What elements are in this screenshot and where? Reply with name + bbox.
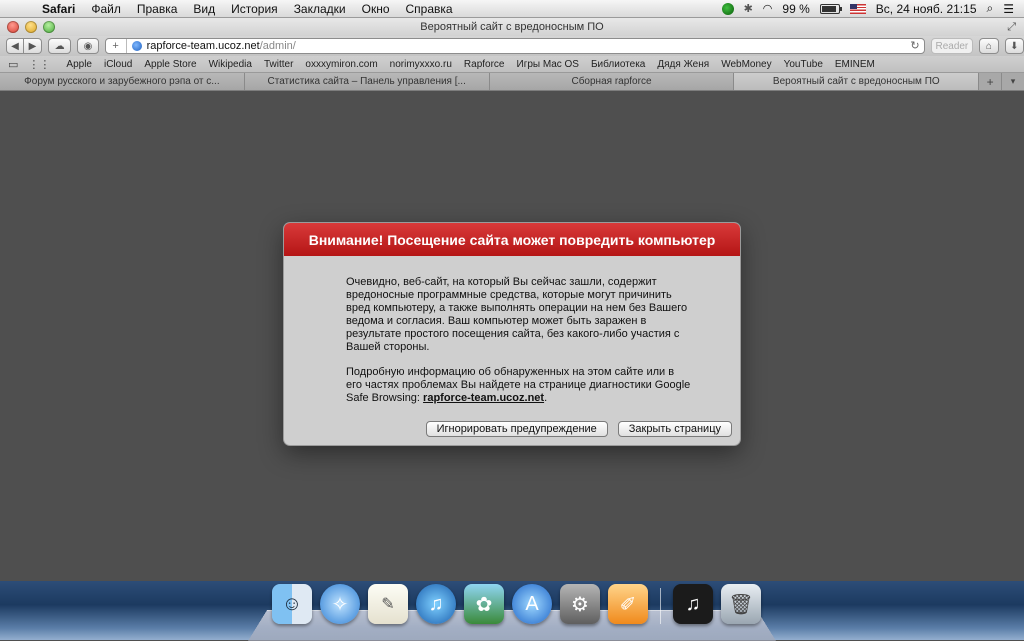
forward-arrow-icon: ▶ — [28, 40, 37, 52]
reload-icon[interactable]: ↻ — [910, 39, 919, 53]
menu-bookmarks[interactable]: Закладки — [286, 2, 354, 16]
warning-paragraph: Очевидно, веб-сайт, на который Вы сейчас… — [346, 276, 688, 353]
bookmark-item[interactable]: Apple — [60, 59, 98, 70]
tab-malware-warning[interactable]: Вероятный сайт с вредоносным ПО — [734, 73, 980, 90]
dialog-buttons: Игнорировать предупреждение Закрыть стра… — [425, 421, 732, 437]
share-icon: ◉ — [83, 40, 93, 52]
battery-percent[interactable]: 99 % — [782, 2, 809, 16]
window-titlebar: Вероятный сайт с вредоносным ПО ⤢ — [0, 18, 1024, 36]
music-file-icon[interactable]: ♫ — [673, 584, 713, 624]
pages-icon[interactable]: ✐ — [608, 584, 648, 624]
home-icon: ⌂ — [985, 40, 992, 52]
bookmark-item[interactable]: iCloud — [98, 59, 138, 70]
minimize-window-button[interactable] — [25, 21, 37, 33]
input-language-flag-icon[interactable] — [849, 3, 866, 14]
dialog-body: Очевидно, веб-сайт, на который Вы сейчас… — [284, 256, 740, 405]
fullscreen-icon[interactable]: ⤢ — [1007, 21, 1016, 34]
close-window-button[interactable] — [7, 21, 19, 33]
menu-edit[interactable]: Правка — [129, 2, 186, 16]
bookmark-item[interactable]: Библиотека — [585, 59, 651, 70]
textedit-icon[interactable]: ✎ — [368, 584, 408, 624]
globe-icon — [131, 41, 142, 51]
downloads-button[interactable]: ⬇ — [1004, 38, 1024, 54]
forward-button[interactable]: ▶ — [24, 38, 42, 54]
finder-icon[interactable]: ☺ — [272, 584, 312, 624]
app-store-icon[interactable]: A — [512, 584, 552, 624]
status-app-icon[interactable] — [721, 2, 734, 15]
tab-site-statistics[interactable]: Статистика сайта – Панель управления [..… — [244, 73, 490, 90]
page-content: Внимание! Посещение сайта может повредит… — [0, 91, 1024, 581]
bookmarks-bar: ▭ ⋮⋮ Apple iCloud Apple Store Wikipedia … — [0, 56, 1024, 73]
bookmark-item[interactable]: Rapforce — [458, 59, 511, 70]
icloud-tabs-button[interactable]: ☁ — [48, 38, 72, 54]
tab-bar: Форум русского и зарубежного рэпа от с..… — [0, 73, 1024, 91]
menu-history[interactable]: История — [223, 2, 286, 16]
trash-icon[interactable]: 🗑 — [721, 584, 761, 624]
bookmark-item[interactable]: Игры Mac OS — [511, 59, 585, 70]
tab-overflow-button[interactable]: ▾ — [1002, 73, 1024, 90]
dock: ☺ ✧ ✎ ♫ ✿ A ⚙ ✐ ♫ 🗑 — [272, 584, 761, 624]
wifi-icon[interactable]: ◠ — [763, 2, 773, 15]
tab-rap-forum[interactable]: Форум русского и зарубежного рэпа от с..… — [0, 73, 245, 90]
bookmark-item[interactable]: Дядя Женя — [651, 59, 715, 70]
back-arrow-icon: ◀ — [11, 40, 19, 52]
battery-fill — [821, 5, 836, 12]
window-title: Вероятный сайт с вредоносным ПО — [420, 21, 604, 33]
bookmark-item[interactable]: EMINEM — [829, 59, 881, 70]
window-controls — [7, 21, 55, 33]
reading-list-icon[interactable]: ▭ — [8, 58, 18, 71]
menu-window[interactable]: Окно — [354, 2, 398, 16]
dialog-title: Внимание! Посещение сайта может повредит… — [284, 223, 740, 256]
close-page-button[interactable]: Закрыть страницу — [617, 421, 732, 437]
browser-toolbar: ◀ ▶ ☁ ◉ + rapforce-team.ucoz.net/admin/ … — [0, 36, 1024, 56]
menu-app-safari[interactable]: Safari — [34, 2, 83, 16]
zoom-window-button[interactable] — [43, 21, 55, 33]
home-button[interactable]: ⌂ — [979, 38, 999, 54]
ignore-warning-button[interactable]: Игнорировать предупреждение — [425, 421, 608, 437]
diagnostics-link[interactable]: rapforce-team.ucoz.net — [423, 392, 544, 404]
iphoto-icon[interactable]: ✿ — [464, 584, 504, 624]
bluetooth-icon[interactable]: ✱ — [744, 2, 753, 15]
top-sites-grid-icon[interactable]: ⋮⋮ — [28, 58, 50, 71]
notification-center-icon[interactable]: ☰ — [1003, 2, 1014, 16]
share-button[interactable]: ◉ — [77, 38, 99, 54]
system-preferences-icon[interactable]: ⚙ — [560, 584, 600, 624]
address-bar[interactable]: + rapforce-team.ucoz.net/admin/ ↻ — [104, 38, 925, 54]
reader-button[interactable]: Reader — [930, 38, 974, 54]
battery-icon[interactable] — [819, 3, 842, 14]
bookmark-item[interactable]: YouTube — [778, 59, 829, 70]
dock-separator — [660, 588, 661, 624]
malware-warning-dialog: Внимание! Посещение сайта может повредит… — [284, 223, 740, 445]
menu-file[interactable]: Файл — [83, 2, 129, 16]
cloud-icon: ☁ — [54, 40, 65, 52]
bookmark-item[interactable]: Wikipedia — [203, 59, 258, 70]
new-tab-button[interactable]: + — [979, 73, 1003, 90]
bookmark-item[interactable]: norimyxxxo.ru — [384, 59, 458, 70]
itunes-icon[interactable]: ♫ — [416, 584, 456, 624]
menu-bar: Safari Файл Правка Вид История Закладки … — [0, 0, 1024, 18]
bookmark-item[interactable]: Twitter — [258, 59, 299, 70]
url-path: /admin/ — [259, 40, 296, 52]
back-button[interactable]: ◀ — [6, 38, 24, 54]
menu-view[interactable]: Вид — [185, 2, 223, 16]
menu-help[interactable]: Справка — [398, 2, 461, 16]
add-bookmark-icon[interactable]: + — [106, 39, 127, 53]
diagnostics-paragraph: Подробную информацию об обнаруженных на … — [346, 366, 691, 404]
bookmark-item[interactable]: WebMoney — [715, 59, 777, 70]
nav-buttons: ◀ ▶ — [6, 38, 42, 54]
bookmark-item[interactable]: Apple Store — [138, 59, 202, 70]
url-host: rapforce-team.ucoz.net — [146, 40, 260, 52]
spotlight-search-icon[interactable]: ⌕ — [987, 1, 994, 16]
tab-rapforce-team[interactable]: Сборная rapforce — [489, 73, 735, 90]
bookmark-item[interactable]: oxxxymiron.com — [299, 59, 383, 70]
clock[interactable]: Вс, 24 нояб. 21:15 — [876, 2, 977, 16]
safari-icon[interactable]: ✧ — [320, 584, 360, 624]
download-icon: ⬇ — [1010, 40, 1019, 52]
